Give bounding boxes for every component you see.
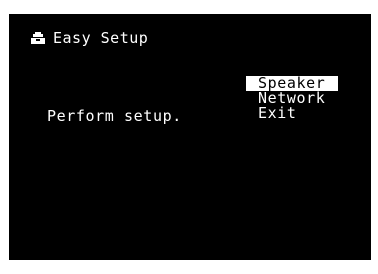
setup-menu: Speaker Network Exit	[246, 76, 339, 121]
setup-message: Perform setup.	[47, 107, 182, 125]
setup-screen: Easy Setup Perform setup. Speaker Networ…	[9, 14, 371, 260]
page-title: Easy Setup	[53, 29, 149, 47]
menu-item-exit[interactable]: Exit	[246, 106, 338, 121]
toolbox-icon	[31, 32, 45, 44]
title-bar: Easy Setup	[31, 29, 148, 47]
